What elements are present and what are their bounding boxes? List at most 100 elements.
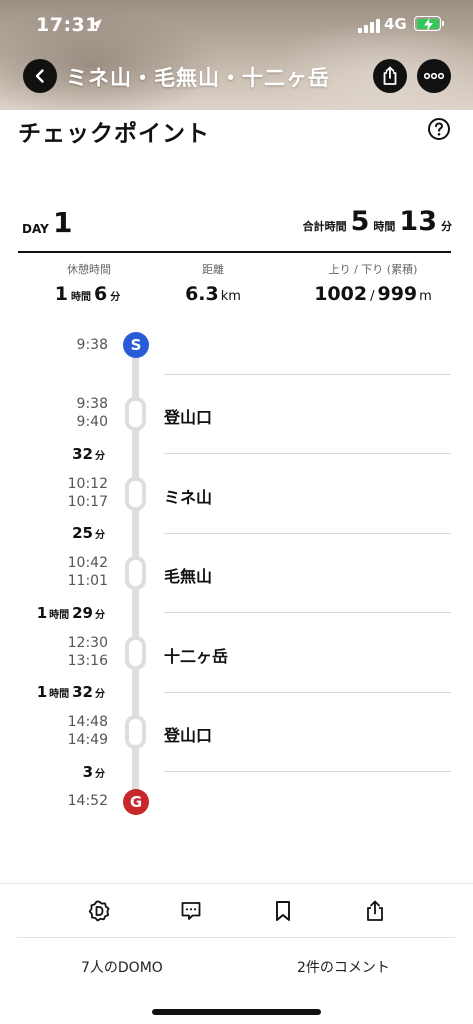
segment-duration: 3分 bbox=[20, 762, 108, 781]
share-icon[interactable] bbox=[363, 899, 387, 923]
more-button[interactable] bbox=[417, 59, 451, 93]
elevation-unit: m bbox=[419, 289, 432, 304]
checkpoint-node bbox=[125, 397, 146, 431]
minutes-unit: 分 bbox=[95, 530, 105, 541]
hours-unit: 時間 bbox=[49, 610, 70, 621]
bookmark-icon[interactable] bbox=[271, 899, 295, 923]
segment-duration: 32 分 bbox=[20, 444, 108, 463]
checkpoint-node bbox=[125, 636, 146, 670]
day-divider bbox=[18, 251, 451, 253]
chevron-left-icon bbox=[35, 69, 44, 83]
checkpoint-arrive-time: 10:42 bbox=[67, 555, 108, 571]
day-summary-row: DAY 1 合計時間 5 時間 13 分 bbox=[22, 204, 452, 244]
stat-label: 上り / 下り (累積) bbox=[328, 263, 418, 276]
segment-duration: 1 時間 32 分 bbox=[20, 682, 108, 701]
duration-minutes: 32 bbox=[72, 445, 93, 463]
duration-minutes: 3 bbox=[82, 763, 93, 781]
header-photo-backdrop: 17:31 4G ミネ山・毛無山・十二ヶ岳 bbox=[0, 0, 473, 110]
minutes-unit: 分 bbox=[95, 689, 105, 700]
checkpoint-name[interactable]: 十二ヶ岳 bbox=[164, 643, 228, 667]
stat-elevation: 上り / 下り (累積) 1002 / 999 m bbox=[288, 261, 458, 305]
comment-icon[interactable] bbox=[179, 899, 203, 923]
checkpoint-timeline: 9:38 S 9:38 9:40 登山口 32 分 10:12 10:17 ミネ山… bbox=[0, 325, 473, 825]
start-time: 9:38 bbox=[76, 337, 108, 353]
total-minutes: 13 bbox=[399, 206, 437, 237]
rest-minutes: 6 bbox=[94, 283, 108, 305]
home-indicator bbox=[152, 1009, 321, 1015]
goal-time: 14:52 bbox=[67, 793, 108, 809]
checkpoint-arrive-time: 10:12 bbox=[67, 476, 108, 492]
location-arrow-icon bbox=[90, 19, 102, 31]
duration-minutes: 29 bbox=[72, 604, 93, 622]
elevation-down: 999 bbox=[377, 283, 418, 305]
goal-marker: G bbox=[123, 789, 149, 815]
domo-icon[interactable] bbox=[87, 899, 111, 923]
more-dots-icon bbox=[424, 72, 444, 80]
back-button[interactable] bbox=[23, 59, 57, 93]
day-label: DAY bbox=[22, 222, 49, 236]
help-circle-icon[interactable] bbox=[427, 117, 451, 141]
checkpoint-node bbox=[125, 715, 146, 749]
stat-label: 休憩時間 bbox=[67, 263, 111, 276]
distance-value: 6.3 bbox=[185, 283, 219, 305]
row-divider bbox=[164, 612, 451, 613]
checkpoint-arrive-time: 9:38 bbox=[76, 396, 108, 412]
row-divider bbox=[164, 374, 451, 375]
action-bar-divider bbox=[17, 937, 455, 938]
share-icon bbox=[383, 66, 397, 85]
total-time: 合計時間 5 時間 13 分 bbox=[303, 206, 452, 237]
battery-icon bbox=[414, 16, 441, 31]
battery-cap bbox=[442, 21, 444, 26]
signal-strength-icon bbox=[358, 19, 380, 33]
domo-count[interactable]: 7人のDOMO bbox=[81, 957, 163, 977]
minutes-unit: 分 bbox=[110, 292, 121, 303]
section-title-checkpoints: チェックポイント bbox=[18, 121, 210, 147]
stats-row: 休憩時間 1 時間 6 分 距離 6.3 km 上り / 下り (累積) 100… bbox=[0, 261, 473, 311]
minutes-unit: 分 bbox=[441, 220, 452, 233]
segment-duration: 1 時間 29 分 bbox=[20, 603, 108, 622]
start-marker: S bbox=[123, 332, 149, 358]
row-divider bbox=[164, 692, 451, 693]
network-type: 4G bbox=[384, 15, 407, 33]
row-divider bbox=[164, 771, 451, 772]
minutes-unit: 分 bbox=[95, 769, 105, 780]
duration-hours: 1 bbox=[36, 604, 48, 622]
stat-label: 距離 bbox=[202, 263, 224, 276]
comment-count[interactable]: 2件のコメント bbox=[297, 957, 390, 977]
hours-unit: 時間 bbox=[373, 220, 396, 233]
stat-distance: 距離 6.3 km bbox=[148, 261, 278, 305]
checkpoint-name[interactable]: ミネ山 bbox=[164, 484, 212, 508]
checkpoint-depart-time: 14:49 bbox=[67, 732, 108, 748]
row-divider bbox=[164, 533, 451, 534]
hours-unit: 時間 bbox=[71, 292, 91, 303]
status-bar: 17:31 4G bbox=[0, 0, 473, 54]
share-button[interactable] bbox=[373, 59, 407, 93]
rest-hours: 1 bbox=[54, 283, 68, 305]
checkpoint-name[interactable]: 毛無山 bbox=[164, 563, 212, 587]
elevation-up: 1002 bbox=[314, 283, 368, 305]
segment-duration: 25 分 bbox=[20, 523, 108, 542]
total-time-label: 合計時間 bbox=[302, 220, 347, 233]
checkpoint-depart-time: 11:01 bbox=[67, 573, 108, 589]
checkpoint-node bbox=[125, 477, 146, 511]
nav-bar: ミネ山・毛無山・十二ヶ岳 bbox=[0, 56, 473, 96]
day-number: 1 bbox=[53, 206, 73, 239]
minutes-unit: 分 bbox=[95, 610, 105, 621]
elevation-separator: / bbox=[370, 289, 375, 304]
bottom-action-bar: 7人のDOMO 2件のコメント bbox=[0, 883, 473, 1024]
checkpoint-arrive-time: 12:30 bbox=[67, 635, 108, 651]
distance-unit: km bbox=[220, 289, 241, 304]
hours-unit: 時間 bbox=[49, 689, 70, 700]
duration-minutes: 25 bbox=[72, 524, 93, 542]
checkpoint-depart-time: 9:40 bbox=[76, 414, 108, 430]
checkpoint-depart-time: 10:17 bbox=[67, 494, 108, 510]
stat-rest-time: 休憩時間 1 時間 6 分 bbox=[14, 261, 164, 305]
total-hours: 5 bbox=[350, 206, 370, 237]
page-title: ミネ山・毛無山・十二ヶ岳 bbox=[66, 66, 330, 90]
row-divider bbox=[164, 453, 451, 454]
duration-hours: 1 bbox=[36, 683, 48, 701]
checkpoint-depart-time: 13:16 bbox=[67, 653, 108, 669]
checkpoint-name[interactable]: 登山口 bbox=[164, 404, 212, 428]
checkpoint-name[interactable]: 登山口 bbox=[164, 722, 212, 746]
checkpoint-node bbox=[125, 556, 146, 590]
